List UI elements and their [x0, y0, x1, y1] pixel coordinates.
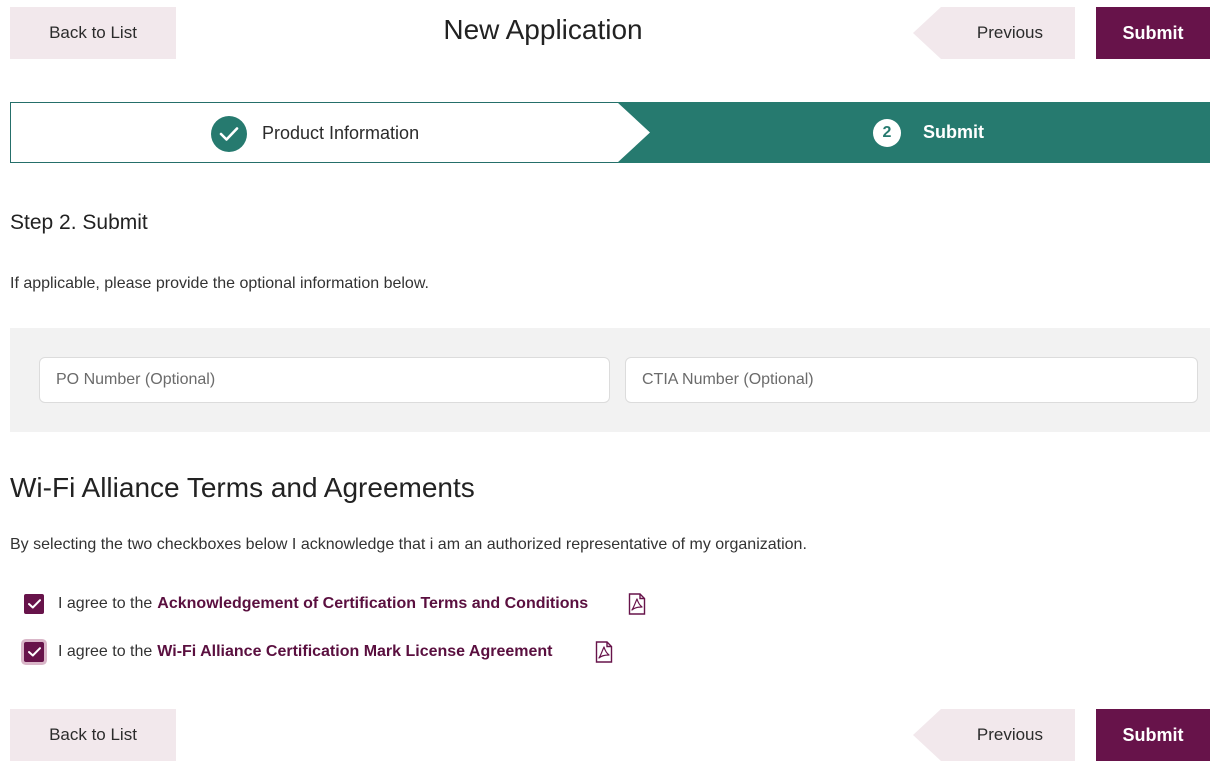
- submit-button[interactable]: Submit: [1096, 7, 1210, 59]
- terms-heading: Wi-Fi Alliance Terms and Agreements: [10, 472, 475, 503]
- checkmark-icon: [27, 599, 41, 609]
- intro-text: If applicable, please provide the option…: [10, 275, 429, 292]
- agreement-prefix: I agree to the: [58, 643, 153, 660]
- ctia-number-input[interactable]: [625, 357, 1198, 403]
- po-number-input[interactable]: [39, 357, 610, 403]
- submit-button-bottom[interactable]: Submit: [1096, 709, 1210, 761]
- back-to-list-button[interactable]: Back to List: [10, 7, 176, 59]
- terms-checkbox[interactable]: [24, 594, 44, 614]
- progress-stepper: Product Information 2 Submit: [10, 102, 1210, 163]
- step-heading: Step 2. Submit: [10, 211, 148, 234]
- pdf-file-icon[interactable]: [628, 593, 646, 615]
- step-2-label: Submit: [923, 122, 984, 142]
- terms-description: By selecting the two checkboxes below I …: [10, 536, 807, 553]
- terms-conditions-link[interactable]: Acknowledgement of Certification Terms a…: [157, 595, 588, 613]
- agreement-row-license: I agree to the Wi-Fi Alliance Certificat…: [24, 639, 613, 665]
- page-title: New Application: [443, 14, 643, 45]
- license-checkbox[interactable]: [24, 642, 44, 662]
- pdf-file-icon[interactable]: [595, 641, 613, 663]
- check-icon: [211, 116, 247, 152]
- agreement-prefix: I agree to the: [58, 595, 153, 612]
- step-1-label: Product Information: [262, 123, 420, 143]
- optional-info-panel: [10, 328, 1210, 432]
- previous-button-bottom[interactable]: Previous: [913, 709, 1075, 761]
- step-product-information[interactable]: Product Information: [10, 102, 650, 163]
- step-submit: [617, 102, 1210, 163]
- agreement-row-terms: I agree to the Acknowledgement of Certif…: [24, 591, 646, 617]
- previous-button[interactable]: Previous: [913, 7, 1075, 59]
- back-to-list-button-bottom[interactable]: Back to List: [10, 709, 176, 761]
- step-2-number: 2: [873, 119, 901, 147]
- checkmark-icon: [27, 647, 41, 657]
- license-agreement-link[interactable]: Wi-Fi Alliance Certification Mark Licens…: [157, 643, 552, 661]
